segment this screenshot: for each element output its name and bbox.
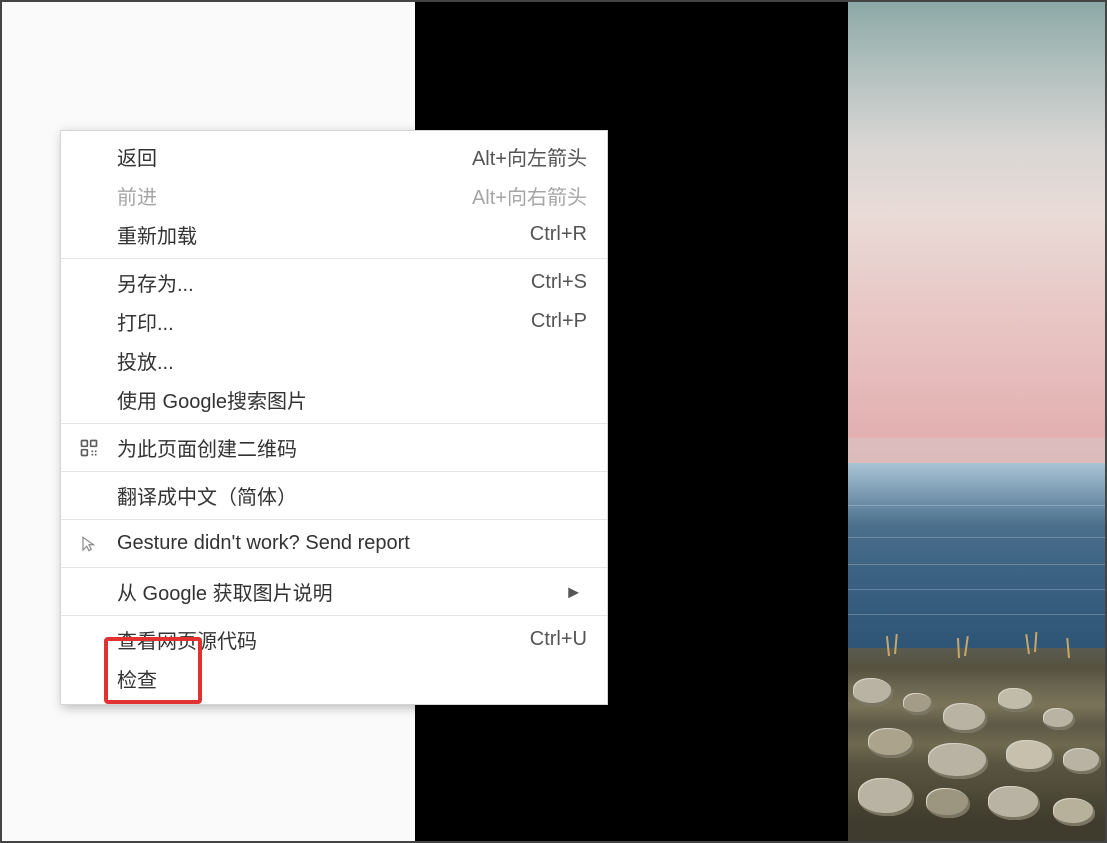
menu-item[interactable]: 重新加载Ctrl+R: [61, 215, 607, 254]
menu-item[interactable]: 另存为...Ctrl+S: [61, 263, 607, 302]
photo-foreground: [848, 648, 1105, 841]
menu-item-shortcut: Alt+向左箭头: [472, 142, 587, 171]
menu-item[interactable]: 从 Google 获取图片说明▶: [61, 572, 607, 611]
menu-item-label: 为此页面创建二维码: [117, 433, 587, 462]
menu-item[interactable]: 使用 Google搜索图片: [61, 380, 607, 419]
menu-item: 前进Alt+向右箭头: [61, 176, 607, 215]
qr-icon: [77, 436, 101, 460]
menu-item-label: Gesture didn't work? Send report: [117, 532, 587, 555]
menu-item-shortcut: Alt+向右箭头: [472, 181, 587, 210]
menu-item[interactable]: 为此页面创建二维码: [61, 428, 607, 467]
menu-item-label: 投放...: [117, 346, 587, 375]
menu-item[interactable]: 翻译成中文（简体）: [61, 476, 607, 515]
menu-item[interactable]: 检查: [61, 659, 607, 698]
menu-item-shortcut: Ctrl+U: [530, 628, 587, 651]
menu-item-shortcut: Ctrl+P: [531, 310, 587, 333]
menu-item[interactable]: 返回Alt+向左箭头: [61, 137, 607, 176]
context-menu[interactable]: 返回Alt+向左箭头前进Alt+向右箭头重新加载Ctrl+R另存为...Ctrl…: [60, 130, 608, 705]
bg-photo-panel: [848, 2, 1105, 841]
menu-item[interactable]: 查看网页源代码Ctrl+U: [61, 620, 607, 659]
cursor-icon: [77, 532, 101, 556]
menu-item-label: 返回: [117, 142, 472, 171]
menu-item-label: 打印...: [117, 307, 531, 336]
photo-sky: [848, 2, 1105, 472]
menu-item-shortcut: Ctrl+S: [531, 271, 587, 294]
menu-item-label: 重新加载: [117, 220, 530, 249]
menu-item[interactable]: Gesture didn't work? Send report: [61, 524, 607, 563]
menu-separator: [61, 258, 607, 259]
menu-separator: [61, 423, 607, 424]
menu-item-shortcut: Ctrl+R: [530, 223, 587, 246]
menu-item-label: 从 Google 获取图片说明: [117, 577, 587, 606]
menu-item-label: 查看网页源代码: [117, 625, 530, 654]
menu-item[interactable]: 打印...Ctrl+P: [61, 302, 607, 341]
submenu-arrow-icon: ▶: [568, 583, 579, 600]
menu-item-label: 检查: [117, 664, 587, 693]
menu-item[interactable]: 投放...: [61, 341, 607, 380]
menu-item-label: 另存为...: [117, 268, 531, 297]
menu-item-label: 翻译成中文（简体）: [117, 481, 587, 510]
menu-separator: [61, 471, 607, 472]
menu-item-label: 使用 Google搜索图片: [117, 385, 587, 414]
menu-separator: [61, 615, 607, 616]
menu-separator: [61, 567, 607, 568]
menu-separator: [61, 519, 607, 520]
menu-item-label: 前进: [117, 181, 472, 210]
